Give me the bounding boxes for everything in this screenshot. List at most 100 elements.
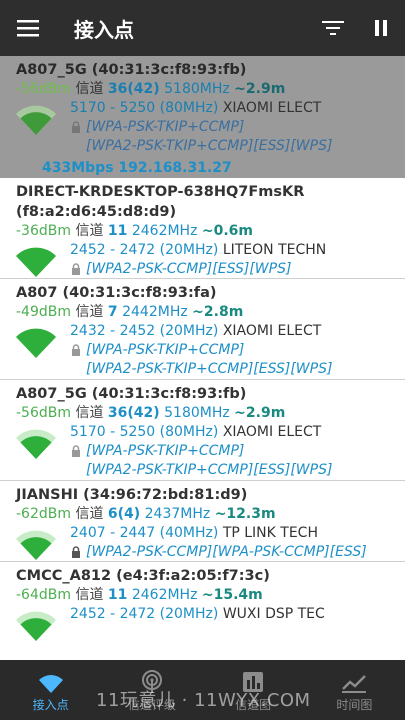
frequency-range: 2432 - 2452 (20MHz)	[70, 323, 219, 339]
network-summary: -49dBm 信道 7 2442MHz ~2.8m	[16, 303, 389, 322]
tab-label: 接入点	[32, 698, 69, 712]
lock-icon	[72, 121, 80, 133]
list-item[interactable]: A807_5G (40:31:3c:f8:93:fb) -56dBm 信道 36…	[0, 380, 405, 481]
link-speed-ip: 433Mbps 192.168.31.27	[42, 160, 232, 176]
tab-label: 时间图	[336, 698, 373, 712]
network-name: A807_5G (40:31:3c:f8:93:fb)	[16, 62, 247, 78]
frequency: 2442MHz	[122, 304, 188, 320]
security-line: [WPA-PSK-TKIP+CCMP]	[86, 119, 245, 135]
distance: ~2.9m	[234, 81, 286, 97]
wifi-signal-icon	[16, 429, 56, 459]
distance: ~15.4m	[201, 587, 263, 603]
channel-value: 6(4)	[107, 506, 141, 522]
network-summary: -64dBm 信道 11 2462MHz ~15.4m	[16, 586, 389, 605]
frequency-range: 2407 - 2447 (40MHz)	[70, 525, 219, 541]
channel-label: 信道	[75, 587, 104, 603]
lock-icon	[72, 546, 80, 558]
lock-icon	[72, 445, 80, 457]
security-line: [WPA2-PSK-CCMP][ESS][WPS]	[86, 261, 292, 277]
menu-button[interactable]	[0, 0, 56, 56]
tab-access-points[interactable]: 接入点	[0, 660, 101, 720]
list-item[interactable]: CMCC_A812 (e4:3f:a2:05:f7:3c) -64dBm 信道 …	[0, 562, 405, 642]
signal-strength: -56dBm	[16, 81, 71, 97]
distance: ~2.9m	[234, 405, 286, 421]
vendor: XIAOMI ELECT	[222, 100, 322, 116]
frequency: 5180MHz	[164, 405, 230, 421]
network-name: CMCC_A812 (e4:3f:a2:05:f7:3c)	[16, 568, 270, 584]
frequency: 2462MHz	[131, 587, 198, 603]
list-item[interactable]: A807 (40:31:3c:f8:93:fa) -49dBm 信道 7 244…	[0, 279, 405, 380]
security-line: [WPA-PSK-TKIP+CCMP]	[86, 342, 245, 358]
network-summary: -56dBm 信道 36(42) 5180MHz ~2.9m	[16, 80, 389, 99]
security: [WPA-PSK-TKIP+CCMP] [WPA2-PSK-TKIP+CCMP]…	[70, 442, 389, 480]
security: [WPA2-PSK-CCMP][WPA-PSK-CCMP][ESS]	[70, 543, 389, 562]
signal-strength: -36dBm	[16, 223, 71, 239]
channel-label: 信道	[75, 506, 104, 522]
security: [WPA2-PSK-CCMP][ESS][WPS]	[70, 260, 389, 279]
watermark: 11玩意儿 · 11WYX.COM	[96, 690, 311, 711]
security: [WPA-PSK-TKIP+CCMP] [WPA2-PSK-TKIP+CCMP]…	[70, 341, 389, 379]
pause-button[interactable]	[357, 0, 405, 56]
pause-icon	[375, 20, 387, 36]
security: [WPA-PSK-TKIP+CCMP] [WPA2-PSK-TKIP+CCMP]…	[70, 118, 389, 156]
security-line: [WPA2-PSK-CCMP][WPA-PSK-CCMP][ESS]	[86, 544, 367, 560]
channel-value: 11	[107, 223, 128, 239]
network-name: JIANSHI (34:96:72:bd:81:d9)	[16, 487, 248, 503]
channel-value: 11	[107, 587, 128, 603]
channel-label: 信道	[75, 223, 104, 239]
wifi-signal-icon	[16, 105, 56, 135]
network-bssid: (f8:a2:d6:45:d8:d9)	[16, 204, 177, 220]
network-name: A807_5G (40:31:3c:f8:93:fb)	[16, 386, 247, 402]
vendor: TP LINK TECH	[222, 525, 318, 541]
frequency: 2437MHz	[144, 506, 211, 522]
security-line: [WPA2-PSK-TKIP+CCMP][ESS][WPS]	[86, 462, 333, 478]
connected-network-panel[interactable]: A807_5G (40:31:3c:f8:93:fb) -56dBm 信道 36…	[0, 56, 405, 178]
security-line: [WPA2-PSK-TKIP+CCMP][ESS][WPS]	[86, 361, 333, 377]
hamburger-menu-icon	[17, 20, 39, 37]
network-name: A807 (40:31:3c:f8:93:fa)	[16, 285, 217, 301]
signal-strength: -49dBm	[16, 304, 71, 320]
security-line: [WPA-PSK-TKIP+CCMP]	[86, 443, 245, 459]
page-title: 接入点	[74, 17, 134, 42]
frequency: 5180MHz	[164, 81, 230, 97]
signal-strength: -56dBm	[16, 405, 71, 421]
distance: ~12.3m	[214, 506, 276, 522]
distance: ~2.8m	[192, 304, 244, 320]
wifi-icon	[38, 675, 63, 693]
signal-strength: -62dBm	[16, 506, 71, 522]
frequency-range: 5170 - 5250 (80MHz)	[70, 100, 219, 116]
lock-icon	[72, 263, 80, 275]
distance: ~0.6m	[201, 223, 254, 239]
channel-value: 36(42)	[107, 405, 160, 421]
security-line: [WPA2-PSK-TKIP+CCMP][ESS][WPS]	[86, 138, 333, 154]
filter-icon	[322, 21, 344, 35]
frequency-range: 2452 - 2472 (20MHz)	[70, 242, 219, 258]
wifi-signal-icon	[16, 530, 56, 560]
line-chart-icon	[342, 675, 367, 693]
network-summary: -56dBm 信道 36(42) 5180MHz ~2.9m	[16, 404, 389, 423]
network-summary: -62dBm 信道 6(4) 2437MHz ~12.3m	[16, 505, 389, 524]
lock-icon	[72, 344, 80, 356]
list-item[interactable]: JIANSHI (34:96:72:bd:81:d9) -62dBm 信道 6(…	[0, 481, 405, 562]
network-summary: -36dBm 信道 11 2462MHz ~0.6m	[16, 222, 389, 241]
vendor: LITEON TECHN	[222, 242, 327, 258]
vendor: XIAOMI ELECT	[222, 323, 322, 339]
frequency: 2462MHz	[131, 223, 198, 239]
vendor: XIAOMI ELECT	[222, 424, 322, 440]
wifi-signal-icon	[16, 328, 56, 358]
app-bar: 接入点	[0, 0, 405, 56]
channel-label: 信道	[75, 81, 104, 97]
channel-label: 信道	[75, 405, 104, 421]
frequency-range: 5170 - 5250 (80MHz)	[70, 424, 219, 440]
vendor: WUXI DSP TEC	[222, 606, 325, 622]
network-name: DIRECT-KRDESKTOP-638HQ7FmsKR	[16, 184, 305, 200]
list-item[interactable]: DIRECT-KRDESKTOP-638HQ7FmsKR (f8:a2:d6:4…	[0, 178, 405, 279]
frequency-range: 2452 - 2472 (20MHz)	[70, 606, 219, 622]
channel-value: 7	[107, 304, 118, 320]
tab-time-graph[interactable]: 时间图	[304, 660, 405, 720]
wifi-signal-icon	[16, 611, 56, 641]
filter-button[interactable]	[309, 0, 357, 56]
channel-label: 信道	[75, 304, 104, 320]
signal-strength: -64dBm	[16, 587, 71, 603]
wifi-signal-icon	[16, 247, 56, 277]
